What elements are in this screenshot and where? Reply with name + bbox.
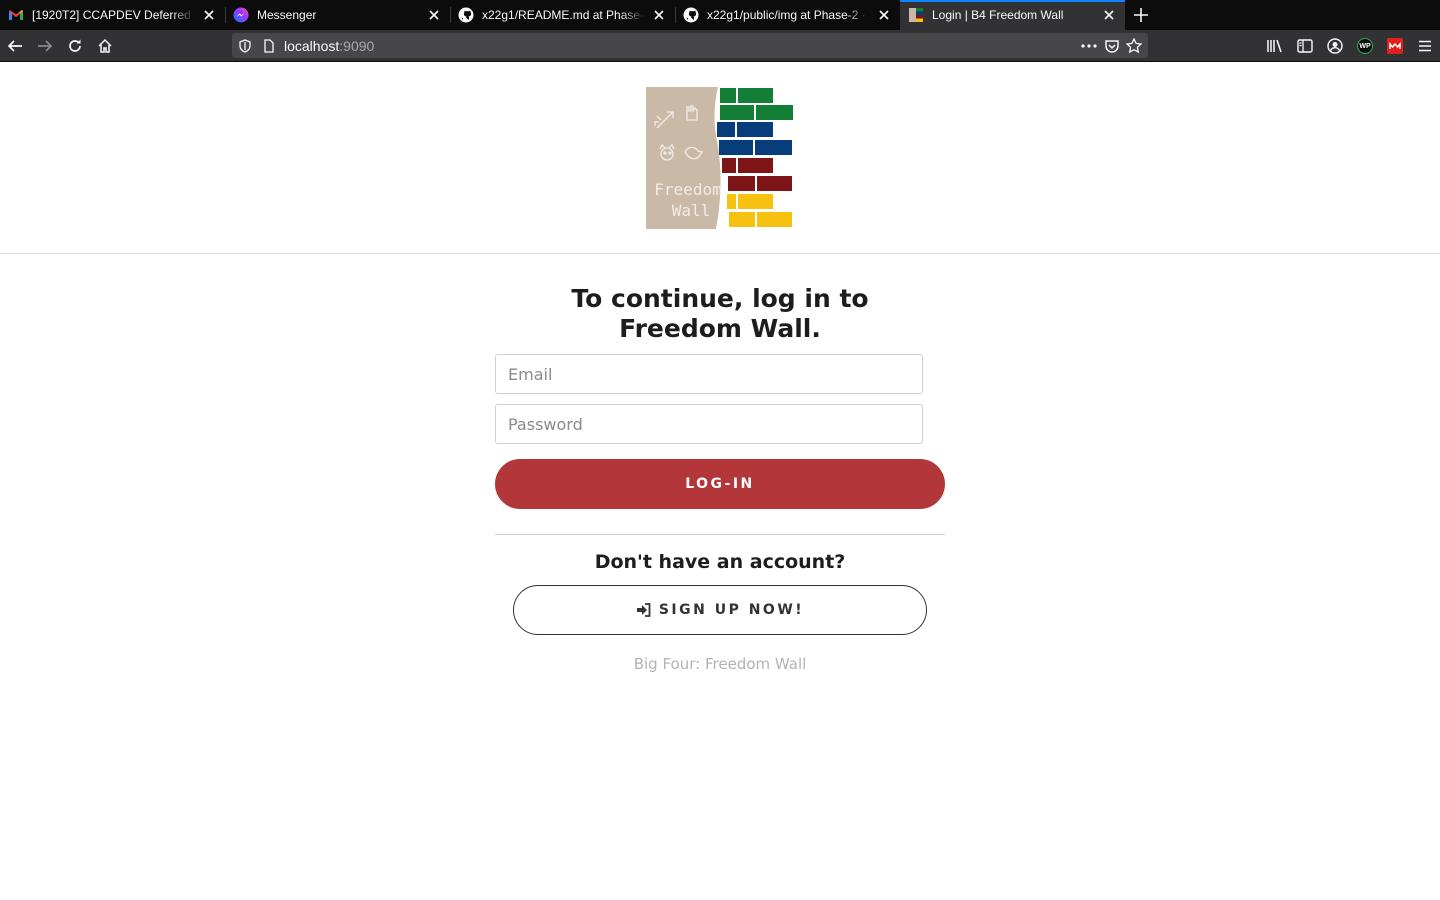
- close-tab-icon[interactable]: [651, 7, 667, 23]
- site-header: Freedom Wall: [0, 62, 1440, 254]
- menu-button[interactable]: [1410, 32, 1440, 60]
- browser-tab-bar: [1920T2] CCAPDEV Deferred A Messenger x2…: [0, 0, 1440, 30]
- url-port: :9090: [339, 37, 375, 54]
- new-tab-button[interactable]: [1125, 0, 1157, 30]
- freedom-wall-logo[interactable]: Freedom Wall: [645, 86, 795, 230]
- signup-button-label: SIGN UP NOW!: [658, 602, 805, 618]
- arrow-right-icon: [38, 39, 53, 52]
- password-field[interactable]: [495, 404, 923, 444]
- close-tab-icon[interactable]: [426, 7, 442, 23]
- close-tab-icon[interactable]: [876, 7, 892, 23]
- gmail-icon: [8, 7, 24, 23]
- page-icon: [264, 38, 274, 53]
- library-icon: [1267, 39, 1282, 53]
- sidebar-button[interactable]: [1290, 32, 1320, 60]
- library-button[interactable]: [1260, 32, 1290, 60]
- plus-icon: [1134, 8, 1148, 22]
- close-tab-icon[interactable]: [201, 7, 217, 23]
- freedom-wall-icon: [908, 7, 924, 23]
- tab-title: Login | B4 Freedom Wall: [932, 8, 1064, 22]
- extension-red-icon: [1387, 38, 1403, 54]
- wp-extension-icon: WP: [1357, 38, 1373, 54]
- tab-title: x22g1/public/img at Phase-2 · c: [707, 8, 870, 22]
- signup-button[interactable]: SIGN UP NOW!: [513, 585, 927, 635]
- home-icon: [98, 38, 112, 53]
- close-tab-icon[interactable]: [1101, 7, 1117, 23]
- pocket-icon[interactable]: [1104, 38, 1120, 54]
- login-button[interactable]: LOG-IN: [495, 459, 945, 509]
- red-extension-button[interactable]: [1380, 32, 1410, 60]
- browser-tab-active[interactable]: Login | B4 Freedom Wall: [900, 0, 1125, 30]
- tab-title: [1920T2] CCAPDEV Deferred A: [32, 8, 195, 22]
- browser-tab[interactable]: x22g1/public/img at Phase-2 · c: [675, 0, 900, 30]
- footer-text: Big Four: Freedom Wall: [633, 655, 807, 673]
- arrow-left-icon: [7, 39, 22, 52]
- wp-extension-button[interactable]: WP: [1350, 32, 1380, 60]
- logo-text-line1: Freedom: [654, 180, 722, 199]
- url-text: localhost:9090: [284, 38, 374, 54]
- forward-button[interactable]: [30, 32, 60, 60]
- signup-prompt: Don't have an account?: [594, 551, 846, 573]
- email-field[interactable]: [495, 354, 923, 394]
- login-heading: To continue, log in to Freedom Wall.: [571, 284, 869, 343]
- sidebar-icon: [1297, 39, 1313, 53]
- browser-tab[interactable]: Messenger: [225, 0, 450, 30]
- sign-in-icon: [636, 603, 651, 617]
- messenger-icon: [233, 7, 249, 23]
- browser-toolbar-right: WP: [1260, 31, 1440, 61]
- bookmark-star-icon[interactable]: [1126, 37, 1142, 54]
- account-button[interactable]: [1320, 32, 1350, 60]
- tab-title: x22g1/README.md at Phase-2: [482, 8, 645, 22]
- back-button[interactable]: [0, 32, 30, 60]
- wp-extension-label: WP: [1359, 42, 1371, 50]
- reload-icon: [69, 39, 81, 52]
- web-page: Freedom Wall To continue, log in to Free…: [0, 62, 1440, 900]
- github-icon: [458, 7, 474, 23]
- logo-text-line2: Wall: [671, 201, 711, 220]
- reload-button[interactable]: [60, 32, 90, 60]
- url-host: localhost: [284, 37, 340, 54]
- browser-tab[interactable]: [1920T2] CCAPDEV Deferred A: [0, 0, 225, 30]
- home-button[interactable]: [90, 32, 120, 60]
- account-icon: [1327, 38, 1343, 54]
- more-actions-icon[interactable]: [1080, 39, 1098, 53]
- login-form: To continue, log in to Freedom Wall. LOG…: [495, 284, 945, 673]
- shield-icon: [239, 38, 251, 53]
- address-bar[interactable]: localhost:9090: [232, 33, 1148, 58]
- tab-title: Messenger: [257, 8, 317, 22]
- github-icon: [683, 7, 699, 23]
- divider: [495, 534, 945, 535]
- browser-tab[interactable]: x22g1/README.md at Phase-2: [450, 0, 675, 30]
- menu-icon: [1419, 40, 1431, 52]
